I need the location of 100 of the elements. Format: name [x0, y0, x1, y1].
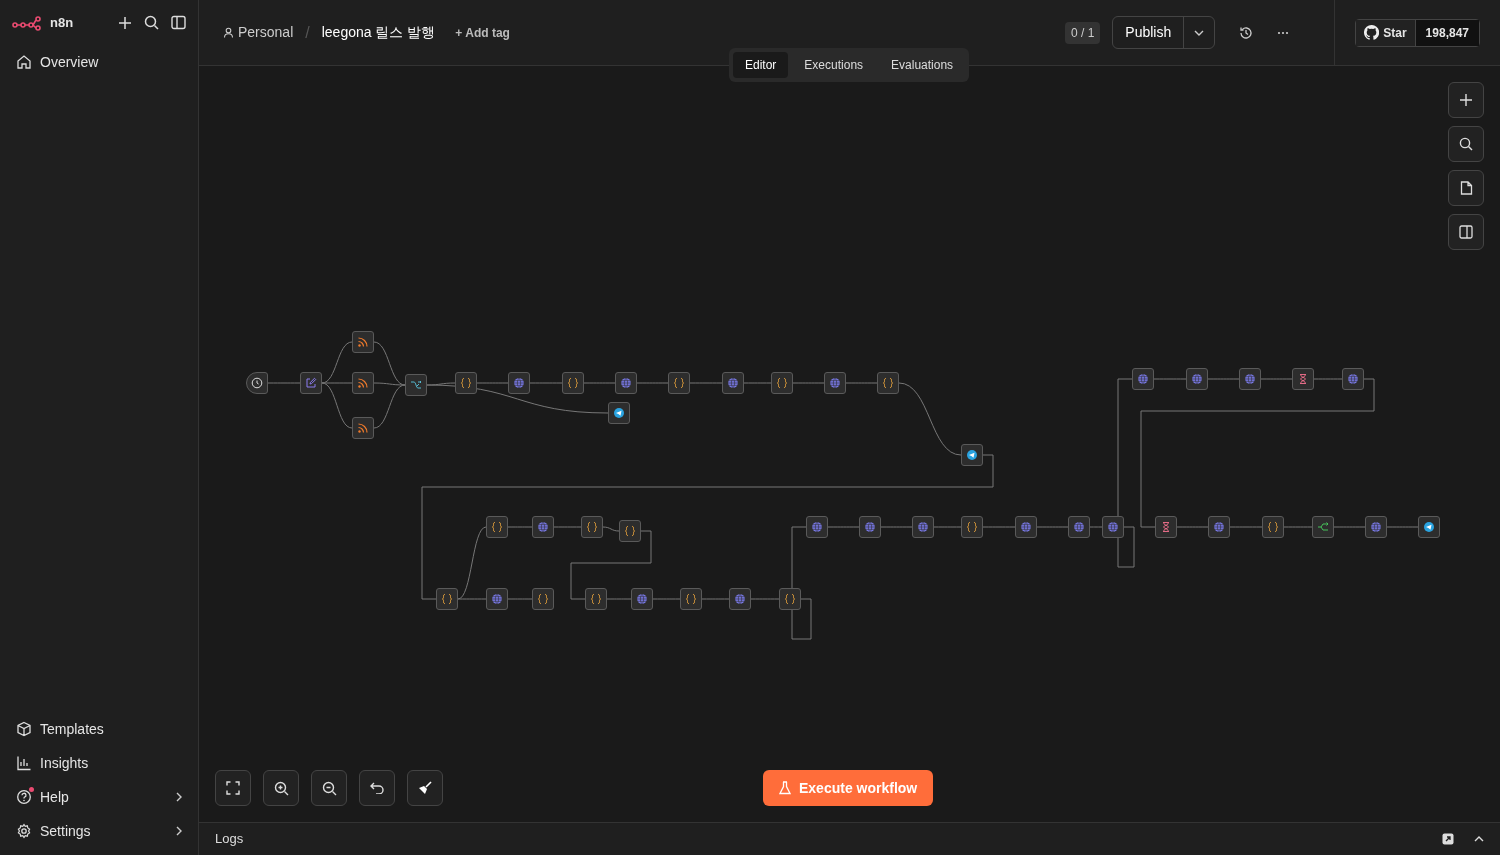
paper-plane-icon: [613, 407, 625, 419]
workflow-node[interactable]: [668, 372, 690, 394]
globe-icon: [734, 593, 746, 605]
braces-icon: [441, 593, 453, 605]
workflow-node[interactable]: [585, 588, 607, 610]
github-icon: [1364, 25, 1380, 40]
globe-icon: [917, 521, 929, 533]
connection-line: [1089, 526, 1103, 528]
sidebar-item[interactable]: Help: [8, 780, 190, 814]
zoom-out-button[interactable]: [311, 770, 347, 806]
search-icon[interactable]: [144, 15, 159, 30]
zoom-in-button[interactable]: [263, 770, 299, 806]
logs-label[interactable]: Logs: [215, 829, 244, 849]
tidy-up-button[interactable]: [407, 770, 443, 806]
workflow-node[interactable]: [729, 588, 751, 610]
workflow-node[interactable]: [455, 372, 477, 394]
connection-line: [792, 382, 825, 384]
view-tab[interactable]: Executions: [792, 52, 876, 78]
workflow-node[interactable]: [486, 588, 508, 610]
paper-plane-icon: [966, 449, 978, 461]
braces-icon: [590, 593, 602, 605]
workflow-node[interactable]: [352, 417, 374, 439]
workflow-node[interactable]: [532, 588, 554, 610]
chevron-down-icon: [1194, 29, 1205, 36]
workflow-node[interactable]: [405, 374, 427, 396]
search-icon: [1459, 137, 1473, 151]
workflow-node[interactable]: [1418, 516, 1440, 538]
workflow-node[interactable]: [1132, 368, 1154, 390]
workflow-node[interactable]: [608, 402, 630, 424]
workflow-node[interactable]: [1015, 516, 1037, 538]
popout-icon[interactable]: [1442, 833, 1454, 845]
add-node-button[interactable]: [1448, 82, 1484, 118]
rss-icon: [357, 422, 369, 434]
globe-icon: [1347, 373, 1359, 385]
sticky-note-button[interactable]: [1448, 170, 1484, 206]
add-tag-button[interactable]: + Add tag: [455, 23, 510, 42]
workflow-node[interactable]: [532, 516, 554, 538]
search-button[interactable]: [1448, 126, 1484, 162]
sidebar-item[interactable]: Settings: [8, 814, 190, 848]
workflow-node[interactable]: [486, 516, 508, 538]
workflow-node[interactable]: [1292, 368, 1314, 390]
workflow-node[interactable]: [779, 588, 801, 610]
branch-arrows-icon: [1317, 521, 1329, 533]
globe-icon: [1073, 521, 1085, 533]
workflow-node[interactable]: [680, 588, 702, 610]
workflow-node[interactable]: [508, 372, 530, 394]
paper-plane-icon: [1423, 521, 1435, 533]
workflow-node[interactable]: [1365, 516, 1387, 538]
sidebar-item[interactable]: Overview: [8, 45, 190, 79]
sidebar-item[interactable]: Insights: [8, 746, 190, 780]
braces-icon: [673, 377, 685, 389]
workflow-node[interactable]: [581, 516, 603, 538]
workflow-node[interactable]: [824, 372, 846, 394]
workflow-node[interactable]: [1186, 368, 1208, 390]
project-link[interactable]: Personal: [238, 22, 294, 43]
workflow-node[interactable]: [961, 516, 983, 538]
workflow-node[interactable]: [300, 372, 322, 394]
workflow-node[interactable]: [1068, 516, 1090, 538]
chevron-up-icon[interactable]: [1474, 836, 1484, 842]
workflow-node[interactable]: [771, 372, 793, 394]
zoom-in-icon: [273, 780, 289, 796]
workflow-node[interactable]: [859, 516, 881, 538]
workflow-node[interactable]: [912, 516, 934, 538]
workflow-node[interactable]: [806, 516, 828, 538]
help-icon: [16, 789, 32, 805]
clock-icon: [251, 377, 263, 389]
breadcrumb-separator: /: [305, 22, 310, 43]
undo-button[interactable]: [359, 770, 395, 806]
sidebar-item[interactable]: Templates: [8, 712, 190, 746]
workflow-name[interactable]: leegona 릴스 발행: [321, 22, 436, 43]
workflow-node[interactable]: [619, 520, 641, 542]
panel-toggle-icon[interactable]: [171, 15, 186, 30]
workflow-node[interactable]: [722, 372, 744, 394]
n8n-logo-icon[interactable]: [12, 14, 42, 31]
workflow-node[interactable]: [1312, 516, 1334, 538]
star-count: 198,847: [1414, 19, 1479, 46]
workflow-node[interactable]: [436, 588, 458, 610]
view-tab[interactable]: Evaluations: [879, 52, 966, 78]
history-icon[interactable]: [1239, 25, 1254, 40]
plus-icon: [1460, 94, 1472, 106]
workflow-node[interactable]: [1102, 516, 1124, 538]
workflow-node[interactable]: [877, 372, 899, 394]
panel-button[interactable]: [1448, 214, 1484, 250]
workflow-node[interactable]: [631, 588, 653, 610]
trigger-node[interactable]: [246, 372, 268, 394]
workflow-node[interactable]: [1262, 516, 1284, 538]
workflow-node[interactable]: [352, 331, 374, 353]
more-icon[interactable]: [1277, 30, 1290, 35]
view-tab[interactable]: Editor: [733, 52, 789, 78]
workflow-node[interactable]: [1155, 516, 1177, 538]
plus-icon[interactable]: [118, 15, 132, 30]
workflow-node[interactable]: [562, 372, 584, 394]
workflow-node[interactable]: [352, 372, 374, 394]
workflow-node[interactable]: [961, 444, 983, 466]
workflow-node[interactable]: [1208, 516, 1230, 538]
workflow-node[interactable]: [615, 372, 637, 394]
workflow-node[interactable]: [1239, 368, 1261, 390]
fit-view-button[interactable]: [215, 770, 251, 806]
box-icon: [16, 721, 32, 737]
workflow-node[interactable]: [1342, 368, 1364, 390]
